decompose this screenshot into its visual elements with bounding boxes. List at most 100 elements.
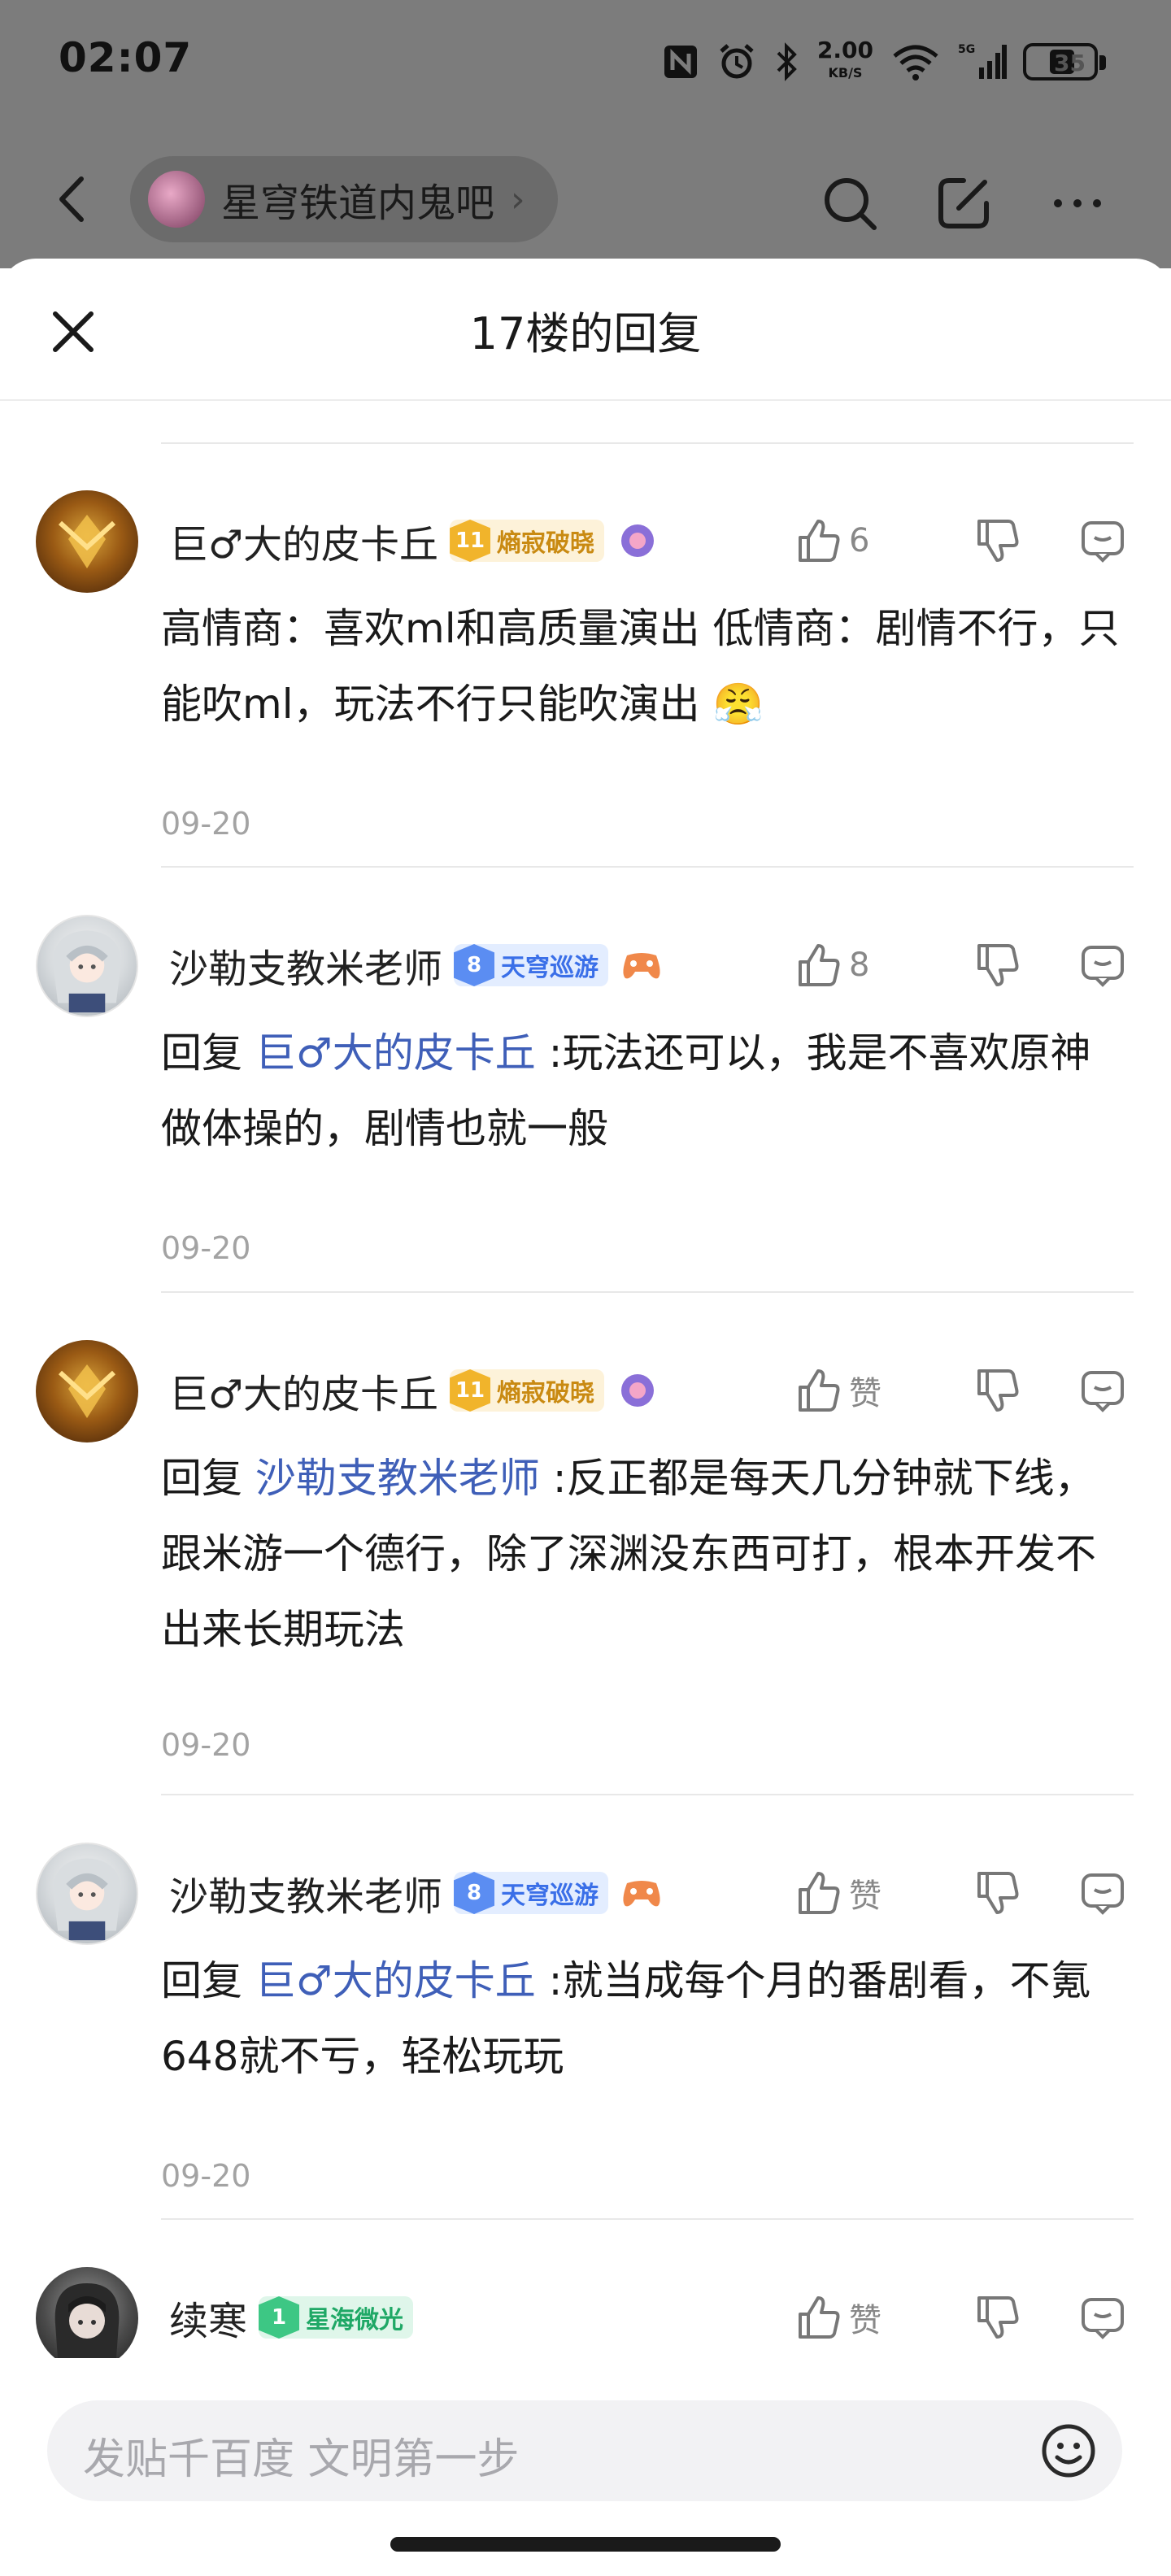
- like-button[interactable]: 6: [794, 508, 916, 573]
- user-row: 沙勒支教米老师 8 天穹巡游: [169, 933, 664, 998]
- like-button[interactable]: 赞: [794, 1358, 916, 1423]
- reply-actions: 6: [794, 508, 1127, 573]
- level-badge: 8 天穹巡游: [454, 944, 609, 986]
- divider: [161, 866, 1134, 868]
- net-speed: 2.00 KB/S: [817, 39, 873, 83]
- comment-button[interactable]: [1078, 1358, 1127, 1423]
- dislike-button[interactable]: [973, 1860, 1021, 1925]
- net-speed-unit: KB/S: [828, 65, 863, 80]
- thumbs-up-icon: [799, 944, 840, 986]
- thumbs-up-icon: [799, 1369, 840, 1412]
- avatar[interactable]: [36, 915, 138, 1017]
- like-button[interactable]: 8: [794, 933, 916, 998]
- battery-icon: 35: [1023, 43, 1106, 80]
- reply-input[interactable]: 发贴千百度 文明第一步: [47, 2400, 1122, 2501]
- medal-icon: [616, 1368, 660, 1412]
- svg-text:5G: 5G: [958, 43, 975, 56]
- thumbs-down-icon: [977, 520, 1019, 562]
- like-label: 赞: [849, 2302, 882, 2339]
- reply-date: 09-20: [161, 806, 251, 842]
- username[interactable]: 沙勒支教米老师: [169, 1865, 442, 1921]
- dislike-button[interactable]: [973, 508, 1021, 573]
- level-badge: 8 天穹巡游: [454, 1872, 609, 1914]
- reply-actions: 赞: [794, 1860, 1127, 1925]
- compose-icon[interactable]: [931, 171, 996, 236]
- bluetooth-icon: [773, 41, 801, 82]
- level-badge: 11 熵寂破晓: [450, 1369, 605, 1412]
- mention-link[interactable]: 巨♂大的皮卡丘: [255, 1029, 536, 1077]
- reply-input-placeholder: 发贴千百度 文明第一步: [83, 2435, 520, 2484]
- comment-icon: [1082, 946, 1124, 987]
- divider: [161, 1291, 1134, 1293]
- user-row: 巨♂大的皮卡丘 11 熵寂破晓: [169, 508, 660, 573]
- chevron-right-icon: ›: [511, 178, 525, 220]
- emoji-icon[interactable]: [1039, 2422, 1098, 2480]
- thumbs-up-icon: [799, 2296, 840, 2339]
- dislike-button[interactable]: [973, 933, 1021, 998]
- status-icons: 2.00 KB/S 5G 35: [661, 37, 1106, 86]
- thumbs-down-icon: [977, 1369, 1019, 1412]
- comment-icon: [1082, 1873, 1124, 1915]
- username[interactable]: 沙勒支教米老师: [169, 937, 442, 994]
- user-row: 续寒 1 星海微光: [169, 2285, 414, 2350]
- reply-prefix: 回复: [161, 1957, 255, 2004]
- forum-name: 星穹铁道内鬼吧: [221, 181, 495, 226]
- status-bar: 02:07 2.00 KB/S 5G 35: [0, 0, 1171, 122]
- level-number: 8: [454, 944, 495, 986]
- level-number: 11: [450, 1369, 491, 1412]
- battery-level: 35: [1054, 50, 1086, 76]
- reply-actions: 8: [794, 933, 1127, 998]
- more-icon[interactable]: [1045, 171, 1110, 236]
- level-number: 1: [259, 2296, 300, 2339]
- thumbs-up-icon: [799, 1872, 840, 1914]
- avatar[interactable]: [36, 490, 138, 593]
- reply-text: 回复 巨♂大的皮卡丘 :就当成每个月的番剧看，不氪648就不亏，轻松玩玩: [161, 1943, 1129, 2095]
- like-button[interactable]: 赞: [794, 2285, 916, 2350]
- dislike-button[interactable]: [973, 2285, 1021, 2350]
- thumbs-up-icon: [799, 520, 840, 562]
- username[interactable]: 巨♂大的皮卡丘: [169, 512, 438, 569]
- sheet-header: 17楼的回复: [0, 259, 1171, 401]
- replies-sheet: 17楼的回复 巨♂大的皮卡丘 11 熵寂破晓 6 高情商：喜欢ml和高质量演出 …: [0, 259, 1171, 2576]
- avatar[interactable]: [36, 1340, 138, 1442]
- gamepad-icon: [620, 943, 664, 987]
- reply-text: 高情商：喜欢ml和高质量演出 低情商：剧情不行，只能吹ml，玩法不行只能吹演出 …: [161, 591, 1129, 742]
- level-badge: 1 星海微光: [259, 2296, 414, 2339]
- reply-actions: 赞: [794, 2285, 1127, 2350]
- divider: [161, 442, 1134, 444]
- reply-text: 回复 沙勒支教米老师 :反正都是每天几分钟就下线，跟米游一个德行，除了深渊没东西…: [161, 1441, 1129, 1668]
- comment-button[interactable]: [1078, 1860, 1127, 1925]
- user-row: 巨♂大的皮卡丘 11 熵寂破晓: [169, 1358, 660, 1423]
- username[interactable]: 续寒: [169, 2289, 247, 2346]
- comment-button[interactable]: [1078, 2285, 1127, 2350]
- badge-title: 星海微光: [306, 2306, 404, 2334]
- avatar[interactable]: [36, 2267, 138, 2369]
- cell-signal-icon: 5G: [958, 41, 1007, 82]
- wifi-icon: [890, 41, 942, 82]
- search-icon[interactable]: [817, 171, 882, 236]
- like-label: 赞: [849, 1375, 882, 1412]
- status-time: 02:07: [59, 34, 193, 81]
- gamepad-icon: [620, 1871, 664, 1915]
- mention-link[interactable]: 沙勒支教米老师: [255, 1455, 540, 1502]
- reply-body: 高情商：喜欢ml和高质量演出 低情商：剧情不行，只能吹ml，玩法不行只能吹演出 …: [161, 605, 1120, 728]
- thumbs-down-icon: [977, 944, 1019, 986]
- back-arrow-icon[interactable]: [46, 171, 102, 228]
- username[interactable]: 巨♂大的皮卡丘: [169, 1362, 438, 1419]
- mention-link[interactable]: 巨♂大的皮卡丘: [255, 1957, 536, 2004]
- forum-pill[interactable]: 星穹铁道内鬼吧 ›: [130, 156, 558, 242]
- avatar[interactable]: [36, 1843, 138, 1945]
- reply-date: 09-20: [161, 2158, 251, 2194]
- comment-icon: [1082, 521, 1124, 563]
- like-count: 6: [849, 522, 870, 559]
- forum-avatar: [148, 171, 205, 228]
- thumbs-down-icon: [977, 2296, 1019, 2339]
- comment-button[interactable]: [1078, 508, 1127, 573]
- comment-button[interactable]: [1078, 933, 1127, 998]
- like-count: 8: [849, 946, 870, 984]
- nfc-icon: [661, 42, 700, 81]
- home-indicator[interactable]: [390, 2537, 781, 2552]
- reply-date: 09-20: [161, 1230, 251, 1266]
- dislike-button[interactable]: [973, 1358, 1021, 1423]
- like-button[interactable]: 赞: [794, 1860, 916, 1925]
